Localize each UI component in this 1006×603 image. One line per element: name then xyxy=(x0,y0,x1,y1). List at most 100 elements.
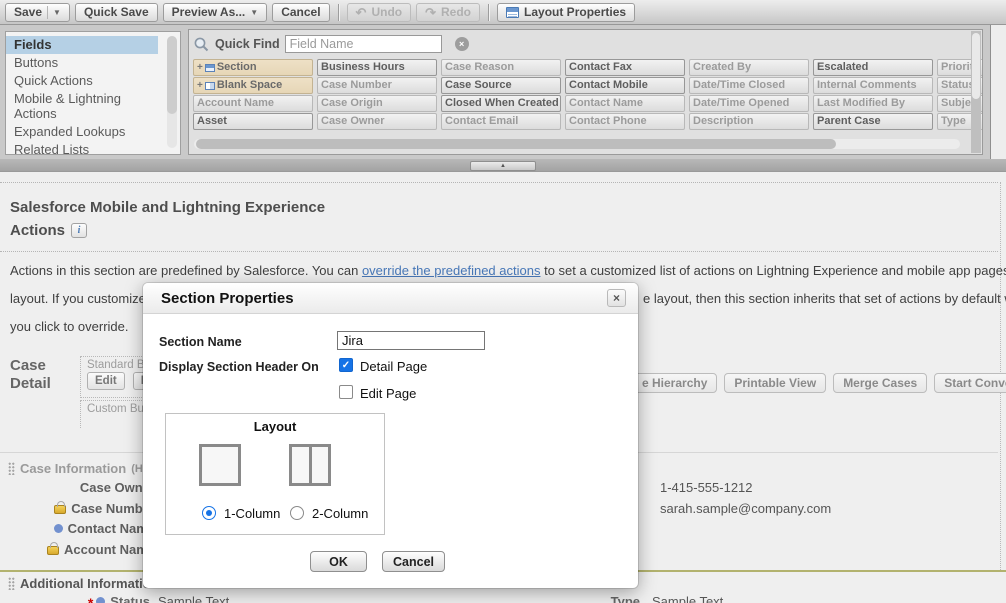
case-hierarchy-button[interactable]: e Hierarchy xyxy=(632,373,717,393)
save-caret-icon[interactable]: ▼ xyxy=(53,8,61,17)
palette-item-account-name[interactable]: Account Name xyxy=(193,95,313,112)
save-button[interactable]: Save ▼ xyxy=(5,3,70,22)
palette-item-date-time-closed[interactable]: Date/Time Closed xyxy=(689,77,809,94)
section-name-label: Section Name xyxy=(159,335,242,349)
override-predefined-actions-link[interactable]: override the predefined actions xyxy=(362,263,541,278)
palette-item-blank-space[interactable]: +Blank Space xyxy=(193,77,313,94)
palette-panel: Fields Buttons Quick Actions Mobile & Li… xyxy=(0,25,991,159)
palette-horizontal-scrollbar-thumb[interactable] xyxy=(196,139,836,149)
palette-item-contact-name[interactable]: Contact Name xyxy=(565,95,685,112)
merge-cases-button[interactable]: Merge Cases xyxy=(833,373,927,393)
sidebar-item-buttons[interactable]: Buttons xyxy=(6,54,158,72)
drag-handle-icon[interactable] xyxy=(8,462,15,475)
detail-page-checkbox[interactable]: ✓ xyxy=(339,358,353,372)
actions-heading-line1: Salesforce Mobile and Lightning Experien… xyxy=(10,199,325,216)
field-label-case-owner[interactable]: Case Owner xyxy=(0,480,155,495)
required-asterisk-icon: * xyxy=(88,595,93,603)
one-column-radio[interactable] xyxy=(202,506,216,520)
quick-save-button[interactable]: Quick Save xyxy=(75,3,158,22)
one-column-radio-label[interactable]: 1-Column xyxy=(224,506,280,521)
dialog-title: Section Properties xyxy=(161,290,294,307)
one-column-preview xyxy=(199,444,241,486)
drag-handle-icon[interactable] xyxy=(8,577,15,590)
palette-horizontal-scrollbar[interactable] xyxy=(194,139,960,149)
start-conversation-button[interactable]: Start Conversation xyxy=(934,373,1006,393)
field-label-case-number[interactable]: Case Number xyxy=(0,501,155,516)
quick-find-bar: Quick Find × xyxy=(193,33,469,55)
field-label-status[interactable]: *Status xyxy=(0,594,150,603)
cancel-button-dialog[interactable]: Cancel xyxy=(382,551,445,572)
detail-page-buttons: e Hierarchy Printable View Merge Cases S… xyxy=(632,373,1006,393)
palette-item-case-owner[interactable]: Case Owner xyxy=(317,113,437,130)
display-section-header-label: Display Section Header On xyxy=(159,360,319,374)
layout-properties-button[interactable]: Layout Properties xyxy=(497,3,635,22)
palette-item-contact-mobile[interactable]: Contact Mobile xyxy=(565,77,685,94)
sidebar-item-mobile-lightning-actions[interactable]: Mobile & Lightning Actions xyxy=(6,90,158,123)
sidebar-item-fields[interactable]: Fields xyxy=(6,36,158,54)
two-column-radio[interactable] xyxy=(290,506,304,520)
palette-right-gutter xyxy=(991,25,1006,159)
quick-find-clear-icon[interactable]: × xyxy=(455,37,469,51)
field-label-type[interactable]: Type xyxy=(540,594,640,603)
sidebar-item-expanded-lookups[interactable]: Expanded Lookups xyxy=(6,123,158,141)
dialog-header[interactable]: Section Properties × xyxy=(143,283,638,314)
edit-page-checkbox-label[interactable]: Edit Page xyxy=(360,386,416,401)
fields-palette: Quick Find × +Section +Blank Space Accou… xyxy=(188,29,983,155)
edit-page-checkbox[interactable] xyxy=(339,385,353,399)
palette-item-internal-comments[interactable]: Internal Comments xyxy=(813,77,933,94)
edit-button[interactable]: Edit xyxy=(87,372,125,390)
palette-item-business-hours[interactable]: Business Hours xyxy=(317,59,437,76)
palette-item-contact-phone[interactable]: Contact Phone xyxy=(565,113,685,130)
sidebar-item-related-lists[interactable]: Related Lists xyxy=(6,141,158,155)
case-information-header: Case Information xyxy=(20,461,126,476)
palette-item-parent-case[interactable]: Parent Case xyxy=(813,113,933,130)
palette-item-created-by[interactable]: Created By xyxy=(689,59,809,76)
palette-item-case-source[interactable]: Case Source xyxy=(441,77,561,94)
palette-item-case-number[interactable]: Case Number xyxy=(317,77,437,94)
palette-item-section[interactable]: +Section xyxy=(193,59,313,76)
palette-item-case-origin[interactable]: Case Origin xyxy=(317,95,437,112)
search-icon xyxy=(193,36,210,53)
palette-item-date-time-opened[interactable]: Date/Time Opened xyxy=(689,95,809,112)
palette-item-contact-fax[interactable]: Contact Fax xyxy=(565,59,685,76)
field-label-account-name[interactable]: Account Name xyxy=(0,542,155,557)
quick-find-label: Quick Find xyxy=(215,37,280,51)
preview-as-caret-icon: ▼ xyxy=(250,8,258,17)
case-detail-title-line1: Case xyxy=(10,357,46,374)
sidebar-item-quick-actions[interactable]: Quick Actions xyxy=(6,72,158,90)
palette-item-last-modified-by[interactable]: Last Modified By xyxy=(813,95,933,112)
sidebar-scrollbar-thumb[interactable] xyxy=(167,36,177,114)
palette-vertical-scrollbar-thumb[interactable] xyxy=(972,33,980,99)
section-name-input[interactable] xyxy=(337,331,485,350)
close-icon[interactable]: × xyxy=(607,289,626,307)
cancel-button[interactable]: Cancel xyxy=(272,3,329,22)
lock-icon xyxy=(54,505,66,514)
save-label: Save xyxy=(14,5,42,19)
two-column-radio-label[interactable]: 2-Column xyxy=(312,506,368,521)
layout-legend: Layout xyxy=(166,419,384,434)
preview-as-button[interactable]: Preview As... ▼ xyxy=(163,3,268,22)
ok-button[interactable]: OK xyxy=(310,551,367,572)
palette-item-asset[interactable]: Asset xyxy=(193,113,313,130)
redo-icon: ↷ xyxy=(425,6,436,19)
required-dot-icon xyxy=(54,524,63,533)
palette-item-escalated[interactable]: Escalated xyxy=(813,59,933,76)
two-column-preview xyxy=(289,444,331,486)
palette-item-closed-when-created[interactable]: Closed When Created xyxy=(441,95,561,112)
palette-vertical-scrollbar[interactable] xyxy=(971,31,981,153)
detail-page-checkbox-label[interactable]: Detail Page xyxy=(360,359,427,374)
info-icon[interactable]: i xyxy=(71,223,87,238)
palette-item-contact-email[interactable]: Contact Email xyxy=(441,113,561,130)
quick-find-input[interactable] xyxy=(285,35,442,53)
field-label-contact-name[interactable]: Contact Name xyxy=(0,521,155,536)
collapse-handle[interactable]: ▲ xyxy=(470,161,536,171)
printable-view-button[interactable]: Printable View xyxy=(724,373,826,393)
palette-item-case-reason[interactable]: Case Reason xyxy=(441,59,561,76)
layout-properties-icon xyxy=(506,7,519,18)
page-layout-editor: Save ▼ Quick Save Preview As... ▼ Cancel… xyxy=(0,0,1006,603)
lock-icon xyxy=(47,546,59,555)
palette-item-description[interactable]: Description xyxy=(689,113,809,130)
undo-button: ↶ Undo xyxy=(347,3,412,22)
sidebar-scrollbar[interactable] xyxy=(167,36,177,148)
type-sample-value: Sample Text xyxy=(652,594,723,603)
